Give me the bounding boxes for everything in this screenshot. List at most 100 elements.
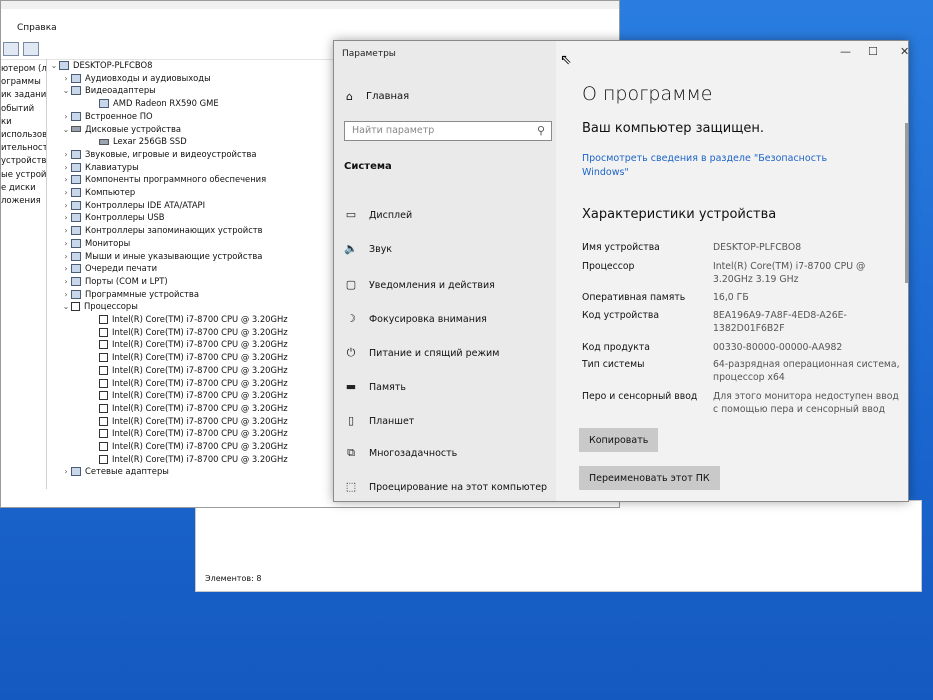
console-tree-item[interactable]: е диски (1, 182, 46, 195)
copy-button[interactable]: Копировать (579, 428, 659, 452)
tree-row[interactable]: Intel(R) Core(TM) i7-8700 CPU @ 3.20GHz (89, 440, 288, 453)
tree-row[interactable]: Intel(R) Core(TM) i7-8700 CPU @ 3.20GHz (89, 389, 288, 402)
chevron-down-icon[interactable]: ⌄ (49, 59, 59, 72)
storage-icon: ▬ (345, 380, 357, 393)
tree-row[interactable]: › Контроллеры запоминающих устройств (61, 224, 263, 237)
tree-row[interactable]: › Звуковые, игровые и видеоустройства (61, 148, 257, 161)
nav-item[interactable]: ⧉ Многозадачность (344, 447, 457, 459)
chevron-right-icon[interactable]: › (61, 250, 71, 263)
security-link[interactable]: Просмотреть сведения в разделе "Безопасн… (582, 152, 832, 180)
tree-row[interactable]: Intel(R) Core(TM) i7-8700 CPU @ 3.20GHz (89, 427, 288, 440)
spec-label: Процессор (582, 261, 635, 272)
tree-row[interactable]: Intel(R) Core(TM) i7-8700 CPU @ 3.20GHz (89, 326, 288, 339)
toolbar-monitor-icon[interactable] (23, 42, 39, 56)
tree-row[interactable]: › Клавиатуры (61, 161, 139, 174)
toolbar-properties-icon[interactable] (3, 42, 19, 56)
power-icon: ⏻ (346, 346, 356, 359)
scrollbar[interactable] (905, 123, 908, 283)
chevron-right-icon[interactable]: › (61, 110, 71, 123)
spec-value: 64-разрядная операционная система, проце… (713, 359, 900, 383)
tree-row[interactable]: › Аудиовходы и аудиовыходы (61, 72, 211, 85)
console-tree-item[interactable]: ложения (1, 195, 46, 208)
tree-row-label: Контроллеры IDE ATA/ATAPI (85, 199, 206, 210)
port-icon (71, 276, 81, 286)
tree-row-label: Intel(R) Core(TM) i7-8700 CPU @ 3.20GHz (112, 339, 288, 350)
tree-row[interactable]: › Программные устройства (61, 288, 199, 301)
rename-pc-button[interactable]: Переименовать этот ПК (579, 466, 720, 490)
status-bar-count: Элементов: 8 (205, 574, 262, 583)
nav-item[interactable]: ☽ Фокусировка внимания (344, 313, 487, 325)
nav-item[interactable]: ▬ Память (344, 381, 406, 393)
chevron-right-icon[interactable]: › (61, 288, 71, 301)
chevron-right-icon[interactable]: › (61, 186, 71, 199)
chevron-right-icon[interactable]: › (61, 211, 71, 224)
cpu-icon (99, 327, 108, 337)
chevron-right-icon[interactable]: › (61, 224, 71, 237)
nav-item[interactable]: ▯ Планшет (344, 415, 414, 427)
tree-row[interactable]: Intel(R) Core(TM) i7-8700 CPU @ 3.20GHz (89, 415, 288, 428)
tree-row-label: Lexar 256GB SSD (113, 136, 187, 147)
tree-row[interactable]: › Сетевые адаптеры (61, 465, 169, 478)
tree-row-label: AMD Radeon RX590 GME (113, 98, 219, 109)
tree-row[interactable]: › Контроллеры USB (61, 211, 165, 224)
tree-row[interactable]: Intel(R) Core(TM) i7-8700 CPU @ 3.20GHz (89, 402, 288, 415)
console-tree-item[interactable]: ограммы (1, 76, 46, 89)
chevron-right-icon[interactable]: › (61, 465, 71, 478)
console-tree-item[interactable]: устройства (1, 155, 46, 168)
cpu-icon (99, 442, 108, 451)
chevron-down-icon[interactable]: ⌄ (61, 300, 71, 313)
chevron-right-icon[interactable]: › (61, 72, 71, 85)
tree-row[interactable]: › Компоненты программного обеспечения (61, 173, 266, 186)
nav-item[interactable]: ▢ Уведомления и действия (344, 279, 495, 291)
chevron-right-icon[interactable]: › (61, 237, 71, 250)
tree-row[interactable]: AMD Radeon RX590 GME (89, 97, 219, 110)
tree-row[interactable]: Intel(R) Core(TM) i7-8700 CPU @ 3.20GHz (89, 351, 288, 364)
menu-help[interactable]: Справка (17, 23, 57, 33)
chevron-right-icon[interactable]: › (61, 161, 71, 174)
chevron-right-icon[interactable]: › (61, 275, 71, 288)
tree-row[interactable]: Intel(R) Core(TM) i7-8700 CPU @ 3.20GHz (89, 377, 288, 390)
tree-row[interactable]: › Очереди печати (61, 262, 157, 275)
tree-row[interactable]: › Мониторы (61, 237, 130, 250)
tree-row[interactable]: Lexar 256GB SSD (89, 135, 187, 148)
tree-row[interactable]: › Контроллеры IDE ATA/ATAPI (61, 199, 205, 212)
tree-row[interactable]: › Встроенное ПО (61, 110, 153, 123)
console-tree-item[interactable]: ик заданий (1, 89, 46, 102)
tree-row-label: Intel(R) Core(TM) i7-8700 CPU @ 3.20GHz (112, 402, 288, 413)
spec-value: Для этого монитора недоступен ввод с пом… (713, 391, 899, 415)
tree-row[interactable]: ⌄ Видеоадаптеры (61, 84, 156, 97)
network-icon (71, 467, 81, 477)
tree-row[interactable]: Intel(R) Core(TM) i7-8700 CPU @ 3.20GHz (89, 453, 288, 466)
chevron-down-icon[interactable]: ⌄ (61, 123, 71, 136)
chevron-right-icon[interactable]: › (61, 199, 71, 212)
tree-row[interactable]: Intel(R) Core(TM) i7-8700 CPU @ 3.20GHz (89, 364, 288, 377)
nav-item[interactable]: ▭ Дисплей (344, 209, 412, 221)
tree-root[interactable]: ⌄ DESKTOP-PLFCBO8 (49, 59, 152, 72)
tree-row[interactable]: Intel(R) Core(TM) i7-8700 CPU @ 3.20GHz (89, 338, 288, 351)
search-input[interactable]: Найти параметр ⚲ (344, 121, 552, 141)
console-tree-item[interactable]: ительность (1, 142, 46, 155)
home-icon: ⌂ (346, 89, 353, 103)
console-tree-item[interactable]: ютером (л (1, 63, 46, 76)
chevron-right-icon[interactable]: › (61, 148, 71, 161)
nav-item[interactable]: 🔈 Звук (344, 243, 392, 255)
console-tree-item[interactable]: обытий (1, 103, 46, 116)
console-tree-item[interactable]: использовате (1, 129, 46, 142)
printer-icon (71, 264, 81, 274)
tree-row-label: Встроенное ПО (85, 110, 153, 121)
chevron-down-icon[interactable]: ⌄ (61, 84, 71, 97)
console-tree-item[interactable]: ые устройств (1, 169, 46, 182)
nav-home[interactable]: ⌂ Главная (346, 89, 409, 103)
tree-row[interactable]: Intel(R) Core(TM) i7-8700 CPU @ 3.20GHz (89, 313, 288, 326)
nav-item[interactable]: ⬚ Проецирование на этот компьютер (344, 481, 547, 493)
tree-row[interactable]: ⌄ Процессоры (61, 300, 138, 313)
tree-row[interactable]: › Компьютер (61, 186, 135, 199)
chevron-right-icon[interactable]: › (61, 173, 71, 186)
tree-row[interactable]: › Порты (COM и LPT) (61, 275, 168, 288)
tree-row[interactable]: ⌄ Дисковые устройства (61, 123, 181, 136)
console-tree-item[interactable]: ки (1, 116, 46, 129)
device-manager-menubar: Справка (1, 19, 619, 37)
nav-item[interactable]: ⏻ Питание и спящий режим (344, 346, 500, 359)
tree-row[interactable]: › Мыши и иные указывающие устройства (61, 250, 262, 263)
chevron-right-icon[interactable]: › (61, 262, 71, 275)
